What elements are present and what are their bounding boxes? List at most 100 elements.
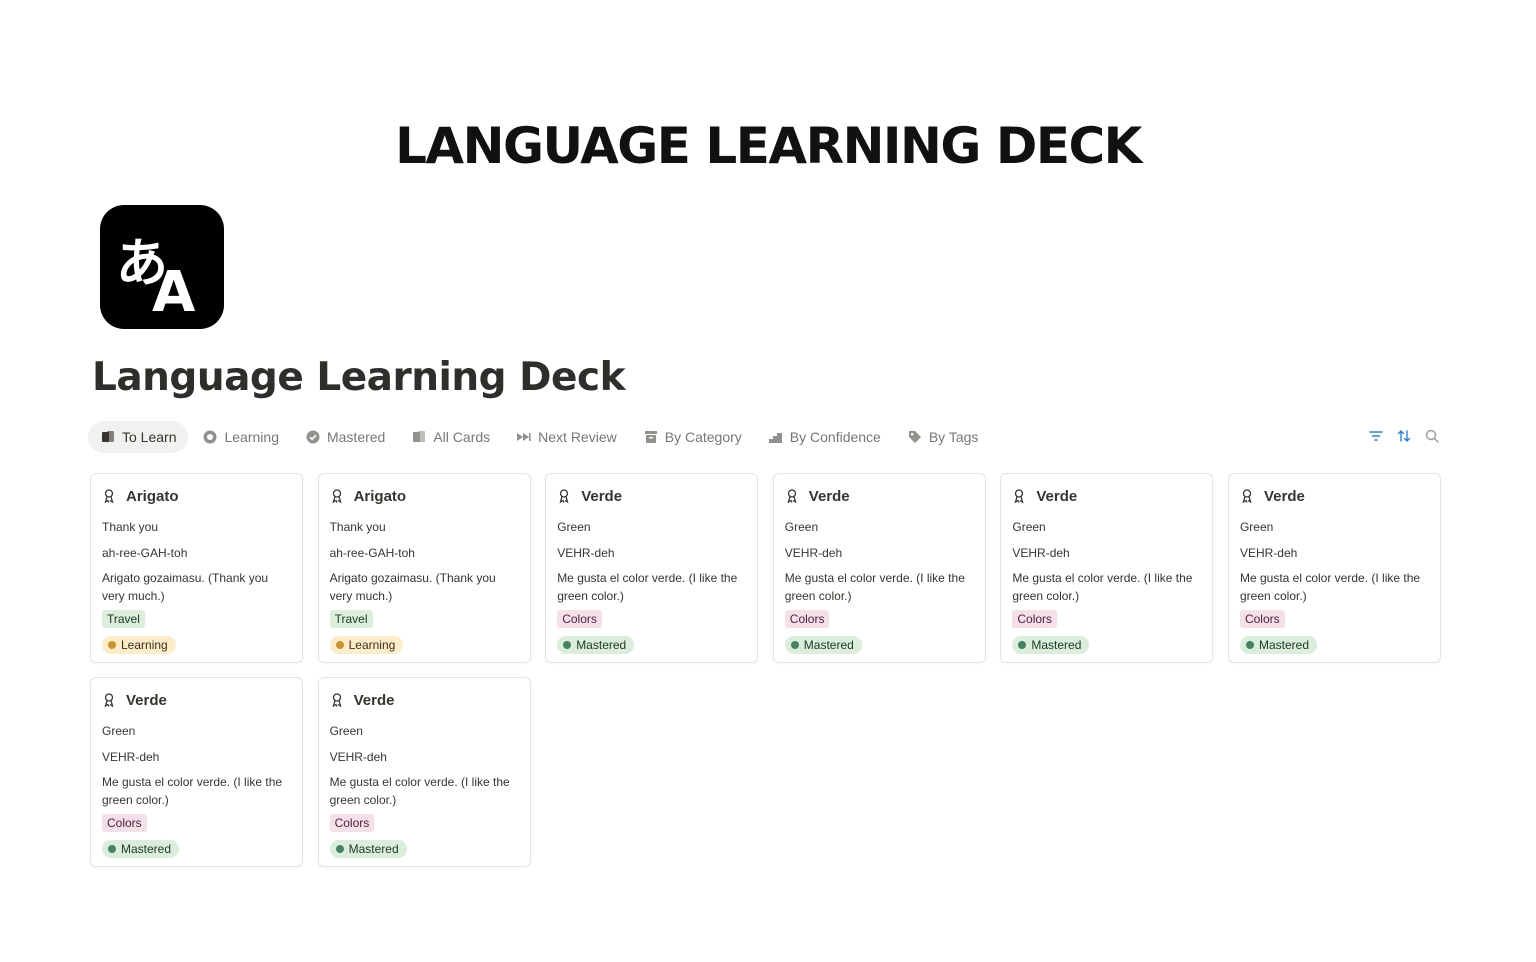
archive-icon bbox=[644, 431, 657, 443]
status-badge: Mastered bbox=[1012, 636, 1090, 654]
card-example: Me gusta el color verde. (I like the gre… bbox=[784, 571, 965, 603]
tab-mastered[interactable]: Mastered bbox=[293, 421, 397, 453]
status-badge: Mastered bbox=[784, 636, 862, 654]
card-example: Arigato gozaimasu. (Thank you very much.… bbox=[102, 571, 269, 603]
card-tag: Colors bbox=[557, 610, 602, 628]
status-dot bbox=[108, 845, 116, 853]
status-label: Learning bbox=[348, 638, 396, 652]
card-pronunciation: VEHR-deh bbox=[557, 546, 615, 560]
status-badge: Learning bbox=[102, 636, 176, 654]
status-dot bbox=[108, 641, 116, 649]
card-example: Me gusta el color verde. (I like the gre… bbox=[1012, 571, 1193, 603]
card-tag: Colors bbox=[784, 610, 830, 628]
card-example: Me gusta el color verde. (I like the gre… bbox=[557, 571, 738, 603]
tab-by-category[interactable]: By Category bbox=[631, 421, 754, 453]
card-pronunciation: VEHR-deh bbox=[329, 750, 387, 764]
status-badge: Mastered bbox=[557, 636, 635, 654]
ribbon-icon bbox=[332, 693, 342, 708]
svg-text:A: A bbox=[152, 260, 196, 325]
card-meaning: Green bbox=[557, 520, 591, 534]
tab-label: All Cards bbox=[433, 429, 491, 445]
translate-icon[interactable]: あ A bbox=[100, 205, 224, 329]
tab-to-learn[interactable]: To Learn bbox=[88, 421, 189, 453]
status-dot bbox=[563, 641, 572, 649]
tab-label: By Tags bbox=[928, 429, 979, 445]
card-gallery: Arigato Thank you ah-ree-GAH-toh Arigato… bbox=[90, 473, 1442, 867]
card-meaning: Green bbox=[1012, 520, 1046, 534]
filter-icon[interactable] bbox=[1368, 428, 1384, 444]
circle-dashed-icon bbox=[203, 430, 217, 444]
card-tag: Colors bbox=[102, 814, 147, 832]
card-pronunciation: VEHR-deh bbox=[102, 750, 160, 764]
card-word: Verde bbox=[808, 487, 850, 505]
status-label: Mastered bbox=[1258, 638, 1309, 652]
flashcard[interactable]: Verde Green VEHR-deh Me gusta el color v… bbox=[1000, 473, 1214, 663]
sort-icon[interactable] bbox=[1396, 428, 1412, 444]
status-dot bbox=[1245, 641, 1254, 649]
search-icon[interactable] bbox=[1424, 428, 1440, 444]
card-example: Me gusta el color verde. (I like the gre… bbox=[102, 775, 283, 807]
card-word: Verde bbox=[1036, 487, 1078, 505]
status-label: Mastered bbox=[1031, 638, 1082, 652]
ribbon-icon bbox=[559, 489, 569, 504]
card-tag: Travel bbox=[102, 610, 145, 628]
ribbon-icon bbox=[332, 489, 342, 504]
status-dot bbox=[335, 641, 344, 649]
tab-label: Mastered bbox=[326, 429, 386, 445]
card-pronunciation: VEHR-deh bbox=[1012, 546, 1070, 560]
card-title: Arigato bbox=[102, 486, 291, 506]
tab-all-cards[interactable]: All Cards bbox=[399, 421, 502, 453]
card-meaning: Thank you bbox=[102, 520, 159, 534]
page-title: Language Learning Deck bbox=[92, 355, 626, 400]
flashcard[interactable]: Arigato Thank you ah-ree-GAH-toh Arigato… bbox=[90, 473, 303, 663]
status-dot bbox=[1018, 641, 1027, 649]
check-circle-icon bbox=[306, 430, 320, 444]
tab-learning[interactable]: Learning bbox=[190, 421, 291, 453]
ribbon-icon bbox=[104, 489, 114, 504]
status-label: Mastered bbox=[803, 638, 854, 652]
tab-label: By Category bbox=[664, 429, 742, 445]
card-tag: Colors bbox=[1012, 610, 1058, 628]
flashcard[interactable]: Verde Green VEHR-deh Me gusta el color v… bbox=[772, 473, 986, 663]
card-meaning: Green bbox=[102, 724, 136, 738]
flashcard[interactable]: Verde Green VEHR-deh Me gusta el color v… bbox=[317, 677, 531, 867]
card-pronunciation: ah-ree-GAH-toh bbox=[102, 546, 188, 560]
cards-icon bbox=[413, 431, 426, 442]
banner-title: LANGUAGE LEARNING DECK bbox=[395, 117, 1142, 175]
card-example: Me gusta el color verde. (I like the gre… bbox=[1239, 571, 1421, 603]
fast-forward-icon bbox=[517, 433, 531, 441]
view-toolbar bbox=[1368, 428, 1440, 444]
tab-label: To Learn bbox=[122, 429, 177, 445]
flashcard[interactable]: Arigato Thank you ah-ree-GAH-toh Arigato… bbox=[317, 473, 531, 663]
card-title: Verde bbox=[102, 690, 291, 710]
card-tag: Colors bbox=[329, 814, 375, 832]
status-label: Mastered bbox=[121, 842, 172, 856]
status-dot bbox=[335, 845, 344, 853]
flashcard[interactable]: Verde Green VEHR-deh Me gusta el color v… bbox=[90, 677, 303, 867]
view-tabs: To Learn Learning Mastered All Cards Nex… bbox=[88, 421, 990, 453]
card-word: Verde bbox=[126, 691, 167, 709]
cards-icon bbox=[102, 431, 114, 442]
tab-next-review[interactable]: Next Review bbox=[504, 421, 629, 453]
card-pronunciation: ah-ree-GAH-toh bbox=[329, 546, 415, 560]
tab-label: Learning bbox=[224, 429, 279, 445]
tag-icon bbox=[908, 431, 921, 443]
card-tag: Travel bbox=[329, 610, 373, 628]
status-dot bbox=[790, 641, 799, 649]
status-badge: Mastered bbox=[329, 840, 407, 858]
tab-label: By Confidence bbox=[789, 429, 881, 445]
card-tag: Colors bbox=[1239, 610, 1285, 628]
card-meaning: Thank you bbox=[329, 520, 386, 534]
tab-label: Next Review bbox=[538, 429, 617, 445]
card-title: Arigato bbox=[330, 486, 519, 506]
card-word: Verde bbox=[1263, 487, 1305, 505]
card-example: Me gusta el color verde. (I like the gre… bbox=[329, 775, 510, 807]
tab-by-confidence[interactable]: By Confidence bbox=[756, 421, 893, 453]
card-meaning: Green bbox=[784, 520, 819, 534]
card-word: Verde bbox=[581, 487, 623, 505]
card-meaning: Green bbox=[1239, 520, 1274, 534]
tab-by-tags[interactable]: By Tags bbox=[895, 421, 991, 453]
status-label: Learning bbox=[121, 638, 168, 652]
flashcard[interactable]: Verde Green VEHR-deh Me gusta el color v… bbox=[1227, 473, 1441, 663]
flashcard[interactable]: Verde Green VEHR-deh Me gusta el color v… bbox=[545, 473, 759, 663]
